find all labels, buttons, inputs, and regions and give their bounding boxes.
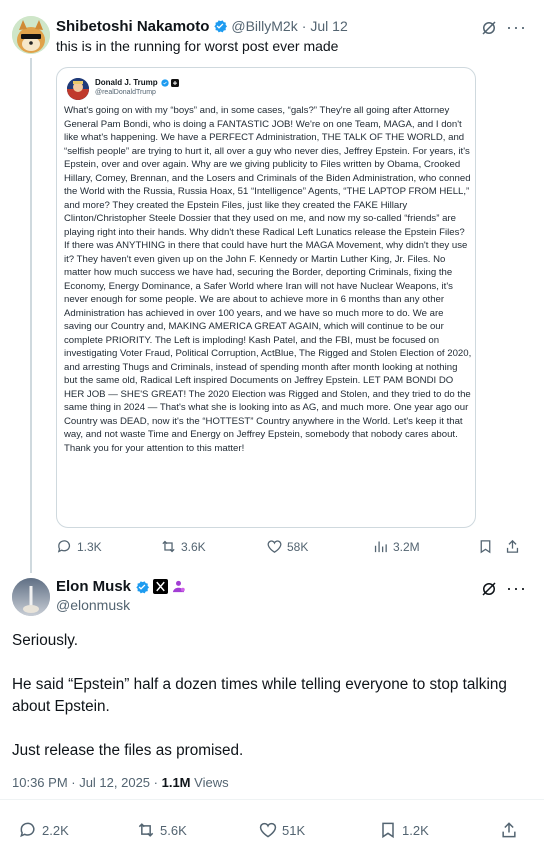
repost-button[interactable]: 5.6K	[136, 820, 187, 840]
reply-count: 1.3K	[77, 539, 102, 554]
reply-icon	[20, 822, 35, 838]
quoted-truth-card[interactable]: Donald J. Trump @realDonaldTrump What's …	[56, 67, 476, 528]
verified-badge-icon	[134, 579, 150, 595]
tweet-header: Elon Musk	[56, 578, 186, 595]
reply-button[interactable]: 2.2K	[18, 820, 69, 840]
thread-line	[30, 58, 32, 573]
x-affiliate-icon	[153, 579, 169, 594]
tweet-paragraph: Just release the files as promised.	[12, 742, 244, 759]
main-tweet: Elon Musk @elonmusk ··· Seriously. He sa…	[0, 570, 544, 861]
repost-icon	[162, 540, 175, 553]
truth-badge-icon	[170, 78, 179, 87]
avatar[interactable]	[12, 16, 50, 54]
verified-badge-icon	[161, 78, 169, 87]
repost-icon	[138, 823, 154, 837]
like-count: 58K	[287, 539, 309, 554]
author-handle[interactable]: @BillyM2k	[231, 18, 297, 34]
tweet-text: this is in the running for worst post ev…	[56, 38, 339, 54]
views-label: Views	[194, 775, 229, 790]
tweet-timestamp[interactable]: 10:36 PM · Jul 12, 2025 ·	[12, 775, 158, 790]
more-icon[interactable]: ···	[506, 18, 527, 36]
tweet-date[interactable]: Jul 12	[310, 18, 347, 34]
like-count: 51K	[282, 822, 306, 838]
author-handle[interactable]: @elonmusk	[56, 597, 130, 613]
share-button[interactable]	[504, 538, 525, 555]
avatar[interactable]	[12, 578, 50, 616]
like-button[interactable]: 51K	[258, 820, 305, 840]
more-icon[interactable]: ···	[506, 579, 527, 597]
bookmark-button[interactable]	[477, 538, 498, 555]
views-button[interactable]: 3.2M	[372, 538, 420, 555]
quoted-avatar	[67, 78, 89, 100]
tweet-paragraph: Seriously.	[12, 632, 79, 649]
divider	[0, 799, 544, 800]
gov-badge-icon	[171, 579, 186, 594]
share-icon	[502, 822, 516, 838]
bookmark-icon	[382, 822, 394, 839]
reply-icon	[57, 540, 71, 553]
like-icon	[259, 822, 277, 838]
bookmark-count: 1.2K	[402, 822, 429, 838]
verified-badge-icon	[212, 18, 228, 34]
like-icon	[267, 540, 282, 553]
reply-button[interactable]: 1.3K	[56, 538, 102, 555]
repost-count: 5.6K	[160, 822, 187, 838]
bookmark-button[interactable]: 1.2K	[378, 820, 429, 840]
repost-count: 3.6K	[181, 539, 206, 554]
tweet-meta: 10:36 PM · Jul 12, 2025 · 1.1M Views	[12, 775, 229, 790]
parent-tweet: Shibetoshi Nakamoto @BillyM2k · Jul 12 ·…	[0, 0, 544, 573]
reply-count: 2.2K	[42, 822, 69, 838]
repost-button[interactable]: 3.6K	[160, 538, 206, 555]
share-icon	[506, 539, 519, 553]
grok-icon[interactable]	[480, 19, 498, 37]
bookmark-icon	[480, 540, 491, 554]
author-name[interactable]: Elon Musk	[56, 578, 131, 595]
tweet-paragraph: He said “Epstein” half a dozen times whi…	[12, 676, 507, 715]
views-count: 3.2M	[393, 539, 420, 554]
grok-icon[interactable]	[480, 580, 498, 598]
author-name[interactable]: Shibetoshi Nakamoto	[56, 18, 209, 35]
share-button[interactable]	[499, 820, 523, 840]
quoted-author-handle: @realDonaldTrump	[95, 89, 156, 96]
tweet-header: Shibetoshi Nakamoto @BillyM2k · Jul 12	[56, 16, 348, 36]
separator-dot: ·	[301, 18, 307, 34]
quoted-author-name: Donald J. Trump	[95, 78, 179, 87]
views-count: 1.1M	[161, 775, 191, 790]
tweet-text: Seriously. He said “Epstein” half a doze…	[12, 630, 512, 784]
like-button[interactable]: 58K	[266, 538, 308, 555]
quoted-truth-text: What's going on with my “boys” and, in s…	[64, 105, 472, 454]
views-icon	[374, 541, 387, 553]
